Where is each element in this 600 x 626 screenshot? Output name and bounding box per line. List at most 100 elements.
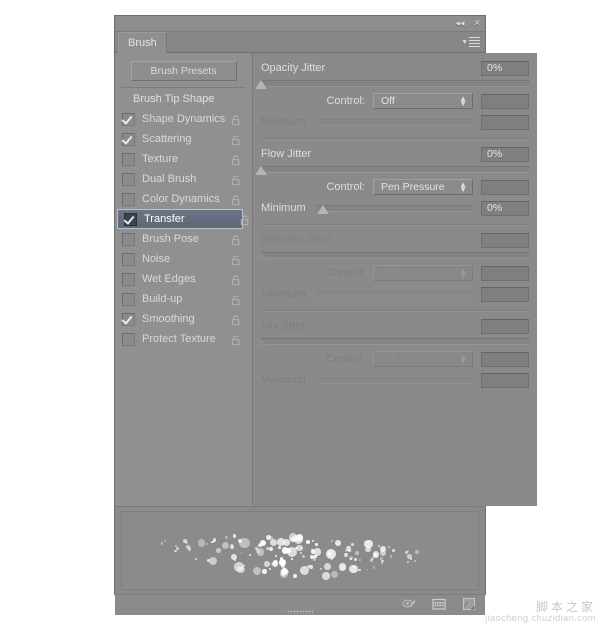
mix-jitter-control-select[interactable]: Off ▲ ▼ [373, 351, 473, 367]
lock-icon[interactable] [231, 133, 241, 146]
preview-dot [330, 570, 338, 578]
checkbox-shape-dynamics[interactable] [122, 112, 135, 126]
wetness-jitter-slider[interactable] [255, 252, 529, 261]
mix-jitter-minimum-slider[interactable] [317, 376, 473, 384]
stepper-arrows-icon[interactable]: ▲ ▼ [459, 95, 467, 108]
opacity-jitter-minimum-value-field[interactable] [481, 114, 529, 130]
close-icon[interactable]: ✕ [473, 19, 481, 28]
flow-jitter-control-value-field[interactable] [481, 179, 529, 195]
checkbox-texture[interactable] [122, 152, 135, 166]
lock-icon[interactable] [231, 253, 241, 266]
sidebar-item-brush-pose[interactable]: Brush Pose [115, 229, 252, 249]
checkbox-dual-brush[interactable] [122, 172, 135, 186]
flow-jitter-minimum-thumb[interactable] [317, 204, 329, 214]
checkbox-build-up[interactable] [122, 292, 135, 306]
preview-dot [161, 542, 164, 545]
tab-brush[interactable]: Brush [118, 32, 167, 53]
checkbox-wet-edges[interactable] [122, 272, 135, 286]
preview-dot [280, 569, 289, 578]
sidebar-item-dual-brush[interactable]: Dual Brush [115, 169, 252, 189]
preview-dot [174, 549, 177, 553]
panel-menu-icon[interactable]: ▼ [461, 35, 480, 49]
lock-icon[interactable] [231, 293, 241, 306]
checkbox-noise[interactable] [122, 252, 135, 266]
checkbox-protect-texture[interactable] [122, 332, 135, 346]
opacity-jitter-value-field[interactable]: 0% [481, 60, 529, 76]
opacity-jitter-minimum-slider[interactable] [317, 118, 473, 126]
flow-jitter-minimum-label: Minimum [261, 202, 306, 214]
flow-jitter-slider-thumb[interactable] [255, 166, 267, 175]
preview-dot [239, 537, 250, 549]
lock-icon[interactable] [231, 313, 241, 326]
wetness-jitter-slider-thumb[interactable] [255, 252, 267, 261]
opacity-jitter-control-select[interactable]: Off ▲ ▼ [373, 93, 473, 109]
flow-jitter-control-label: Control: [326, 181, 365, 193]
sidebar-item-transfer[interactable]: Transfer [117, 209, 249, 229]
tab-brush-label: Brush [128, 37, 157, 49]
preview-dot [359, 558, 362, 561]
opacity-jitter-label: Opacity Jitter [261, 62, 326, 74]
resize-grip[interactable] [287, 610, 313, 614]
preview-dot [205, 542, 208, 546]
stepper-arrows-icon[interactable]: ▲ ▼ [459, 353, 467, 366]
checkbox-brush-pose[interactable] [122, 232, 135, 246]
wetness-jitter-control-value-field[interactable] [481, 265, 529, 281]
checkbox-transfer[interactable] [124, 212, 137, 226]
preview-dot [208, 556, 218, 566]
lock-icon[interactable] [240, 213, 250, 226]
lock-icon[interactable] [231, 153, 241, 166]
flow-jitter-minimum-slider[interactable] [317, 204, 473, 214]
wetness-jitter-value-field[interactable] [481, 232, 529, 248]
mix-jitter-slider[interactable] [255, 338, 529, 347]
sidebar-item-wet-edges[interactable]: Wet Edges [115, 269, 252, 289]
sidebar-item-texture[interactable]: Texture [115, 149, 252, 169]
new-brush-icon[interactable] [461, 596, 477, 612]
sidebar-item-build-up[interactable]: Build-up [115, 289, 252, 309]
stepper-arrows-icon[interactable]: ▲ ▼ [459, 181, 467, 194]
preview-dot [381, 562, 384, 565]
wetness-jitter-minimum-slider[interactable] [317, 290, 473, 298]
checkbox-color-dynamics[interactable] [122, 192, 135, 206]
mix-jitter-control-value-field[interactable] [481, 351, 529, 367]
opacity-jitter-slider[interactable] [255, 80, 529, 89]
checkbox-smoothing[interactable] [122, 312, 135, 326]
sidebar-item-shape-dynamics[interactable]: Shape Dynamics [115, 109, 252, 129]
stepper-arrows-icon[interactable]: ▲ ▼ [459, 267, 467, 280]
sidebar-item-protect-texture[interactable]: Protect Texture [115, 329, 252, 349]
preview-dot [387, 545, 390, 548]
watermark: 脚本之家 jiaocheng.chuzidian.com [485, 601, 596, 624]
flow-jitter-value-field[interactable]: 0% [481, 146, 529, 162]
flow-jitter-minimum-value-field[interactable]: 0% [481, 200, 529, 216]
preview-dot [194, 557, 197, 560]
chevron-down-icon: ▼ [461, 38, 468, 46]
checkbox-scattering[interactable] [122, 132, 135, 146]
brush-presets-button[interactable]: Brush Presets [130, 61, 237, 81]
brush-pressure-toggle-icon[interactable] [401, 596, 417, 612]
brush-presets-grid-icon[interactable] [431, 596, 447, 612]
mix-jitter-slider-thumb[interactable] [255, 338, 267, 347]
wetness-jitter-control-select[interactable]: Off ▲ ▼ [373, 265, 473, 281]
sidebar-item-smoothing[interactable]: Smoothing [115, 309, 252, 329]
collapse-icon[interactable]: ◂◂ [455, 19, 464, 28]
wetness-jitter-minimum-value-field[interactable] [481, 286, 529, 302]
lock-icon[interactable] [231, 193, 241, 206]
opacity-jitter-slider-thumb[interactable] [255, 80, 267, 89]
lock-icon[interactable] [231, 273, 241, 286]
preview-dot [347, 549, 351, 553]
mix-jitter-value-field[interactable] [481, 318, 529, 334]
mix-jitter-minimum-value-field[interactable] [481, 372, 529, 388]
flow-jitter-control-select[interactable]: Pen Pressure ▲ ▼ [373, 179, 473, 195]
sidebar-item-brush-tip-shape[interactable]: Brush Tip Shape [115, 88, 252, 109]
sidebar-item-noise[interactable]: Noise [115, 249, 252, 269]
lock-icon[interactable] [231, 113, 241, 126]
panel-titlebar: ◂◂ ✕ [115, 16, 485, 32]
preview-dot [301, 554, 306, 559]
lock-icon[interactable] [231, 173, 241, 186]
lock-icon[interactable] [231, 333, 241, 346]
sidebar-item-color-dynamics[interactable]: Color Dynamics [115, 189, 252, 209]
sidebar-item-scattering[interactable]: Scattering [115, 129, 252, 149]
preview-dot [257, 543, 262, 548]
lock-icon[interactable] [231, 233, 241, 246]
flow-jitter-slider[interactable] [255, 166, 529, 175]
opacity-jitter-control-value-field[interactable] [481, 93, 529, 109]
